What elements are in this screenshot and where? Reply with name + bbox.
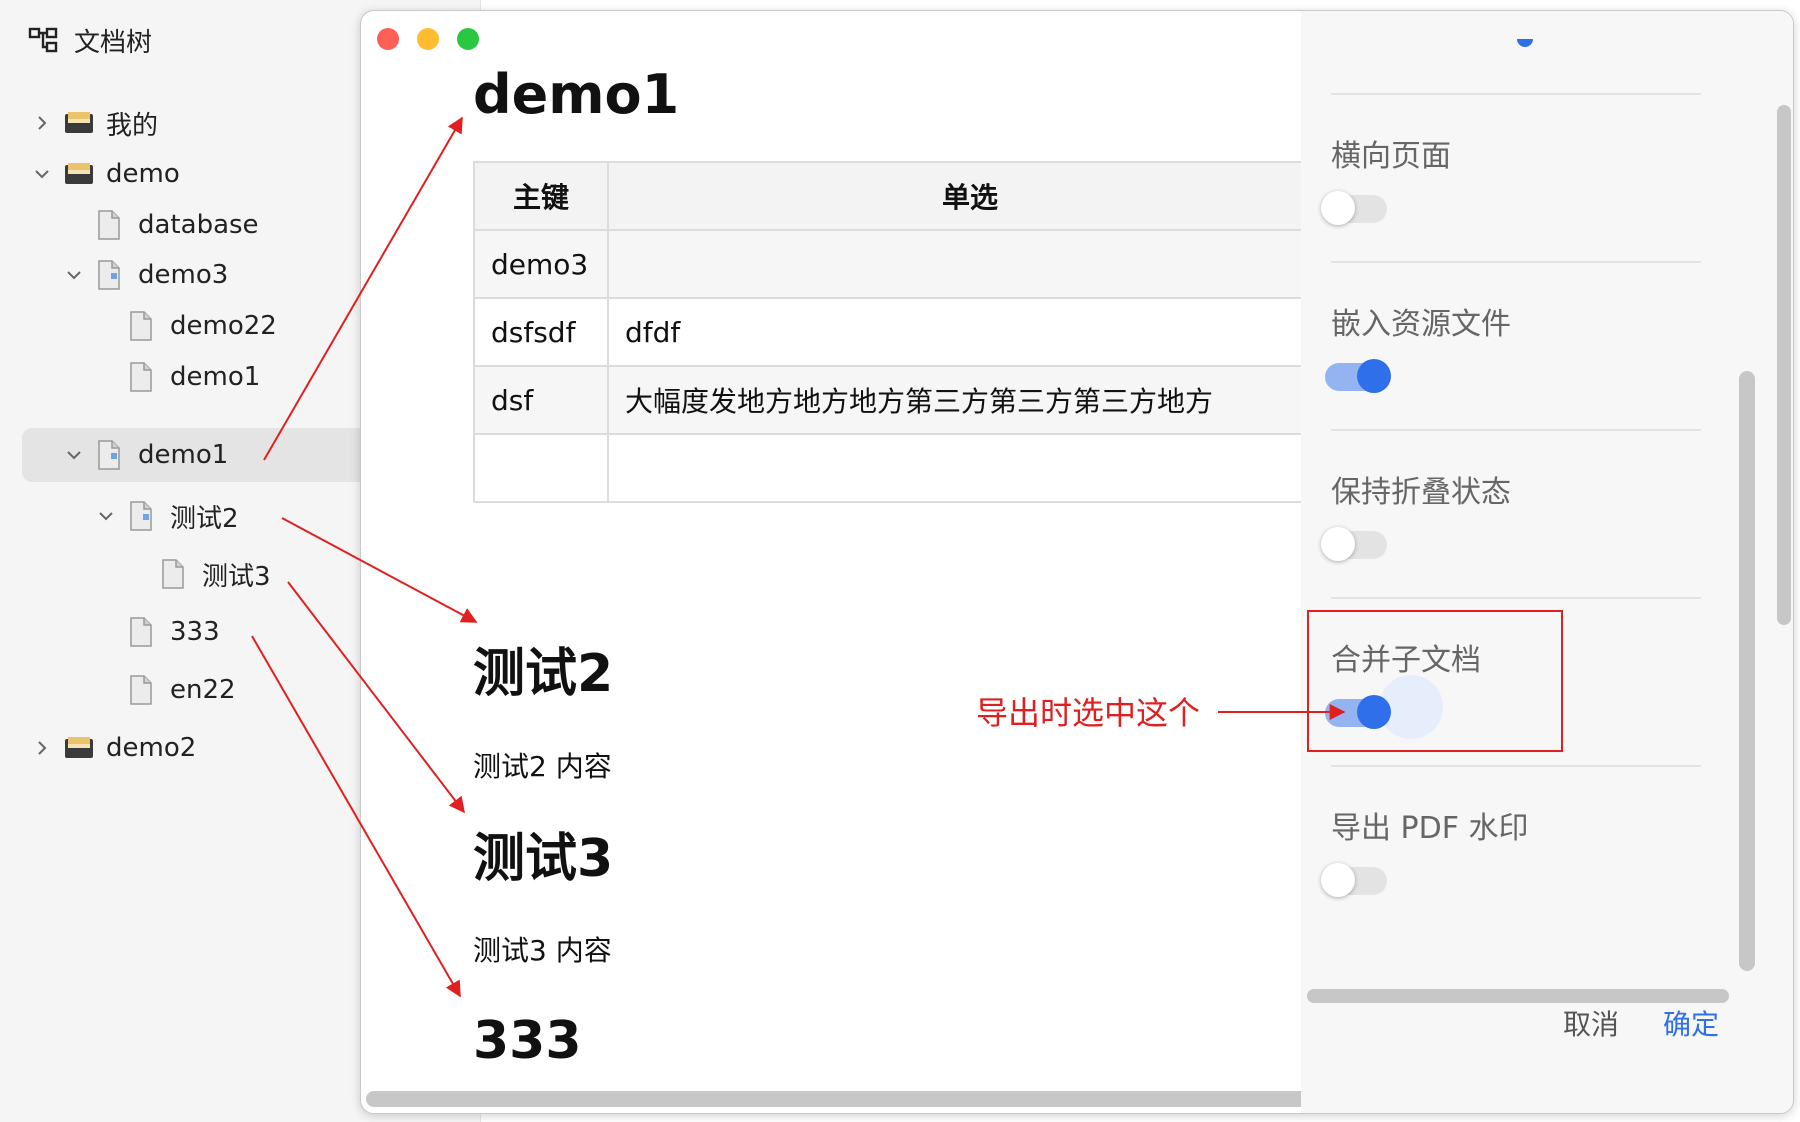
tree-item-label: demo1 — [170, 362, 261, 392]
document-with-children-icon — [98, 440, 120, 470]
section-content: 测试2 内容 — [473, 750, 612, 783]
toggle-knob — [1357, 359, 1391, 393]
tree-item-label: database — [138, 210, 259, 240]
document-icon — [162, 559, 184, 589]
section-heading: 333 — [473, 1011, 582, 1071]
table-row — [473, 433, 1333, 503]
tree-item-label: demo1 — [138, 440, 229, 470]
toggle-knob — [1321, 191, 1355, 225]
notebook-icon — [65, 737, 93, 758]
table-row: demo3 — [473, 229, 1333, 299]
document-with-children-icon — [130, 501, 152, 531]
table-cell — [607, 229, 1333, 299]
divider — [1331, 429, 1701, 431]
document-icon — [98, 210, 120, 240]
divider — [1331, 597, 1701, 599]
tree-item-label: demo3 — [138, 260, 229, 290]
document-icon — [130, 675, 152, 705]
page-scrollbar[interactable] — [1777, 105, 1791, 625]
vertical-scrollbar[interactable] — [1739, 371, 1755, 971]
panel-horizontal-scrollbar[interactable] — [1307, 989, 1729, 1003]
tree-structure-icon — [28, 27, 58, 53]
table-header-cell: 主键 — [473, 161, 609, 231]
pdf-watermark-toggle[interactable] — [1321, 863, 1387, 897]
cancel-button[interactable]: 取消 — [1563, 1003, 1619, 1043]
document-icon — [130, 617, 152, 647]
export-options-panel: 横向页面 嵌入资源文件 保持折叠状态 合并子文档 导出 PDF 水印 取消 确定 — [1301, 11, 1793, 1113]
document-icon — [130, 362, 152, 392]
landscape-toggle[interactable] — [1321, 191, 1387, 225]
chevron-down-icon[interactable] — [92, 502, 120, 530]
option-label: 横向页面 — [1331, 139, 1451, 174]
confirm-button[interactable]: 确定 — [1663, 1003, 1719, 1043]
table-cell: 大幅度发地方地方地方第三方第三方第三方地方 — [607, 365, 1333, 435]
export-preview: demo1 主键 单选 demo3 dsfsdf dfdf dsf 大幅度发地方… — [361, 11, 1333, 1113]
tree-item-label: demo — [106, 159, 180, 189]
option-label: 导出 PDF 水印 — [1331, 811, 1529, 846]
table-cell — [473, 433, 609, 503]
divider — [1331, 93, 1701, 95]
sidebar-header: 文档树 — [28, 22, 152, 58]
partial-toggle-indicator — [1517, 39, 1533, 47]
chevron-right-icon[interactable] — [28, 734, 56, 762]
table-header-cell: 单选 — [607, 161, 1333, 231]
option-label: 嵌入资源文件 — [1331, 307, 1511, 342]
table-cell: demo3 — [473, 229, 609, 299]
section-heading: 测试2 — [473, 644, 614, 704]
export-window: demo1 主键 单选 demo3 dsfsdf dfdf dsf 大幅度发地方… — [360, 10, 1794, 1114]
annotation-highlight-box — [1307, 610, 1563, 752]
table-cell: dsfsdf — [473, 297, 609, 367]
tree-item-label: demo2 — [106, 733, 197, 763]
tree-item-label: demo22 — [170, 311, 277, 341]
document-with-children-icon — [98, 260, 120, 290]
tree-item-label: 测试3 — [202, 561, 271, 592]
table-cell — [607, 433, 1333, 503]
tree-item-label: en22 — [170, 675, 236, 705]
section-heading: 测试3 — [473, 829, 614, 889]
toggle-knob — [1321, 527, 1355, 561]
table-cell: dsf — [473, 365, 609, 435]
option-label: 保持折叠状态 — [1331, 475, 1511, 510]
document-icon — [130, 311, 152, 341]
notebook-icon — [65, 163, 93, 184]
table-row: dsfsdf dfdf — [473, 297, 1333, 367]
tree-item-label: 333 — [170, 617, 220, 647]
table-row: dsf 大幅度发地方地方地方第三方第三方第三方地方 — [473, 365, 1333, 435]
chevron-down-icon[interactable] — [28, 160, 56, 188]
chevron-right-icon[interactable] — [28, 109, 56, 137]
divider — [1331, 765, 1701, 767]
section-content: 测试3 内容 — [473, 934, 612, 967]
preview-table: 主键 单选 demo3 dsfsdf dfdf dsf 大幅度发地方地方地方第三… — [473, 161, 1333, 503]
chevron-down-icon[interactable] — [60, 261, 88, 289]
embed-resources-toggle[interactable] — [1325, 359, 1391, 393]
tree-item-label: 我的 — [106, 110, 159, 141]
toggle-knob — [1321, 863, 1355, 897]
divider — [1331, 261, 1701, 263]
tree-item-label: 测试2 — [170, 503, 239, 534]
table-cell: dfdf — [607, 297, 1333, 367]
sidebar-title: 文档树 — [74, 27, 153, 58]
preview-title: demo1 — [473, 63, 680, 126]
keep-fold-toggle[interactable] — [1321, 527, 1387, 561]
chevron-down-icon[interactable] — [60, 441, 88, 469]
annotation-text: 导出时选中这个 — [976, 694, 1201, 732]
notebook-icon — [65, 112, 93, 133]
table-header-row: 主键 单选 — [473, 161, 1333, 231]
